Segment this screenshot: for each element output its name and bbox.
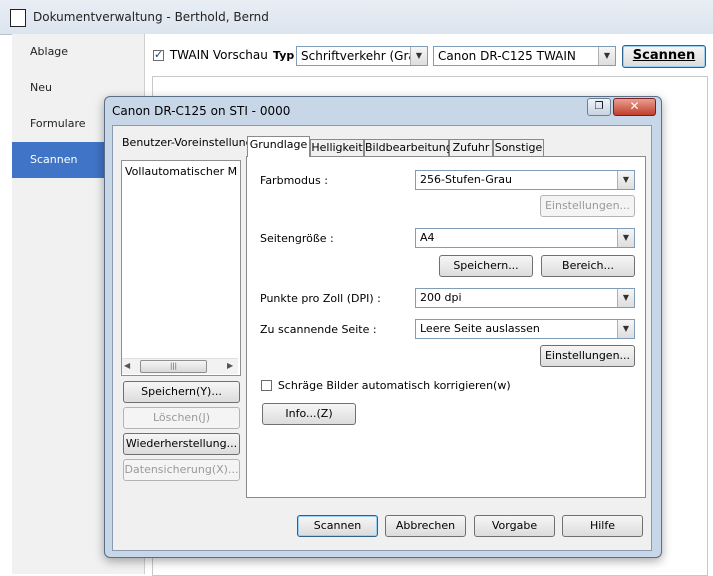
dpi-label: Punkte pro Zoll (DPI) : (260, 292, 381, 305)
twain-preview-checkbox[interactable] (153, 48, 164, 61)
deskew-option[interactable]: Schräge Bilder automatisch korrigieren(w… (261, 378, 511, 392)
default-button[interactable]: Vorgabe (474, 515, 555, 537)
sidebar-item-ablage[interactable]: Ablage (12, 34, 144, 70)
preset-restore-button[interactable]: Wiederherstellung... (123, 433, 240, 455)
dialog-scan-button[interactable]: Scannen (297, 515, 378, 537)
chevron-down-icon[interactable]: ▼ (617, 171, 634, 189)
window-title: Dokumentverwaltung - Berthold, Bernd (33, 10, 269, 24)
page-save-button[interactable]: Speichern... (439, 255, 533, 277)
preset-backup-button[interactable]: Datensicherung(X)... (123, 459, 240, 481)
preset-delete-button[interactable]: Löschen(J) (123, 407, 240, 429)
close-icon[interactable]: ✕ (613, 98, 656, 116)
dpi-value: 200 dpi (420, 291, 462, 304)
scanner-value: Canon DR-C125 TWAIN (438, 49, 576, 63)
dialog-title: Canon DR-C125 on STI - 0000 (112, 104, 291, 118)
scanner-select[interactable]: Canon DR-C125 TWAIN ▼ (433, 46, 616, 66)
page-size-select[interactable]: A4 ▼ (415, 228, 635, 248)
page-area-button[interactable]: Bereich... (541, 255, 635, 277)
color-settings-button[interactable]: Einstellungen... (540, 195, 635, 217)
chevron-down-icon[interactable]: ▼ (410, 47, 427, 65)
scroll-left-icon[interactable]: ◀ (124, 361, 130, 370)
type-label: Typ (273, 49, 295, 62)
page-size-value: A4 (420, 231, 435, 244)
document-type-select[interactable]: Schriftverkehr (Grau) ▼ (296, 46, 428, 66)
scan-button[interactable]: Scannen (622, 45, 706, 68)
chevron-down-icon[interactable]: ▼ (598, 47, 615, 65)
tab-bildbearbeitung[interactable]: Bildbearbeitung (364, 139, 453, 156)
scan-side-select[interactable]: Leere Seite auslassen ▼ (415, 319, 635, 339)
color-mode-value: 256-Stufen-Grau (420, 173, 512, 186)
color-mode-label: Farbmodus : (260, 174, 328, 187)
color-mode-select[interactable]: 256-Stufen-Grau ▼ (415, 170, 635, 190)
chevron-down-icon[interactable]: ▼ (617, 320, 634, 338)
app-icon (10, 9, 26, 27)
deskew-checkbox[interactable] (261, 380, 272, 391)
chevron-down-icon[interactable]: ▼ (617, 229, 634, 247)
tab-grundlage[interactable]: Grundlage (247, 136, 310, 157)
info-button[interactable]: Info...(Z) (262, 403, 356, 425)
preset-save-button[interactable]: Speichern(Y)... (123, 381, 240, 403)
cancel-button[interactable]: Abbrechen (385, 515, 466, 537)
preset-label: Benutzer-Voreinstellung : (122, 136, 260, 149)
scan-side-label: Zu scannende Seite : (260, 323, 377, 336)
side-settings-button[interactable]: Einstellungen... (540, 345, 635, 367)
deskew-label: Schräge Bilder automatisch korrigieren(w… (277, 379, 511, 392)
page-size-label: Seitengröße : (260, 232, 334, 245)
tab-helligkeit[interactable]: Helligkeit (310, 139, 364, 156)
document-type-value: Schriftverkehr (Grau) (301, 49, 428, 63)
scan-side-value: Leere Seite auslassen (420, 322, 540, 335)
restore-icon[interactable]: ❐ (587, 98, 611, 116)
dpi-select[interactable]: 200 dpi ▼ (415, 288, 635, 308)
preset-list-item[interactable]: Vollautomatischer Modus (125, 165, 237, 178)
help-button[interactable]: Hilfe (562, 515, 643, 537)
twain-preview-toggle[interactable]: TWAIN Vorschau (153, 48, 268, 62)
preset-list[interactable] (121, 160, 241, 376)
scrollbar-thumb[interactable]: ||| (140, 360, 207, 373)
tab-zufuhr[interactable]: Zufuhr (449, 139, 493, 156)
tab-sonstige[interactable]: Sonstige (493, 139, 544, 156)
chevron-down-icon[interactable]: ▼ (617, 289, 634, 307)
twain-preview-label: TWAIN Vorschau (169, 48, 268, 62)
scroll-right-icon[interactable]: ▶ (227, 361, 233, 370)
